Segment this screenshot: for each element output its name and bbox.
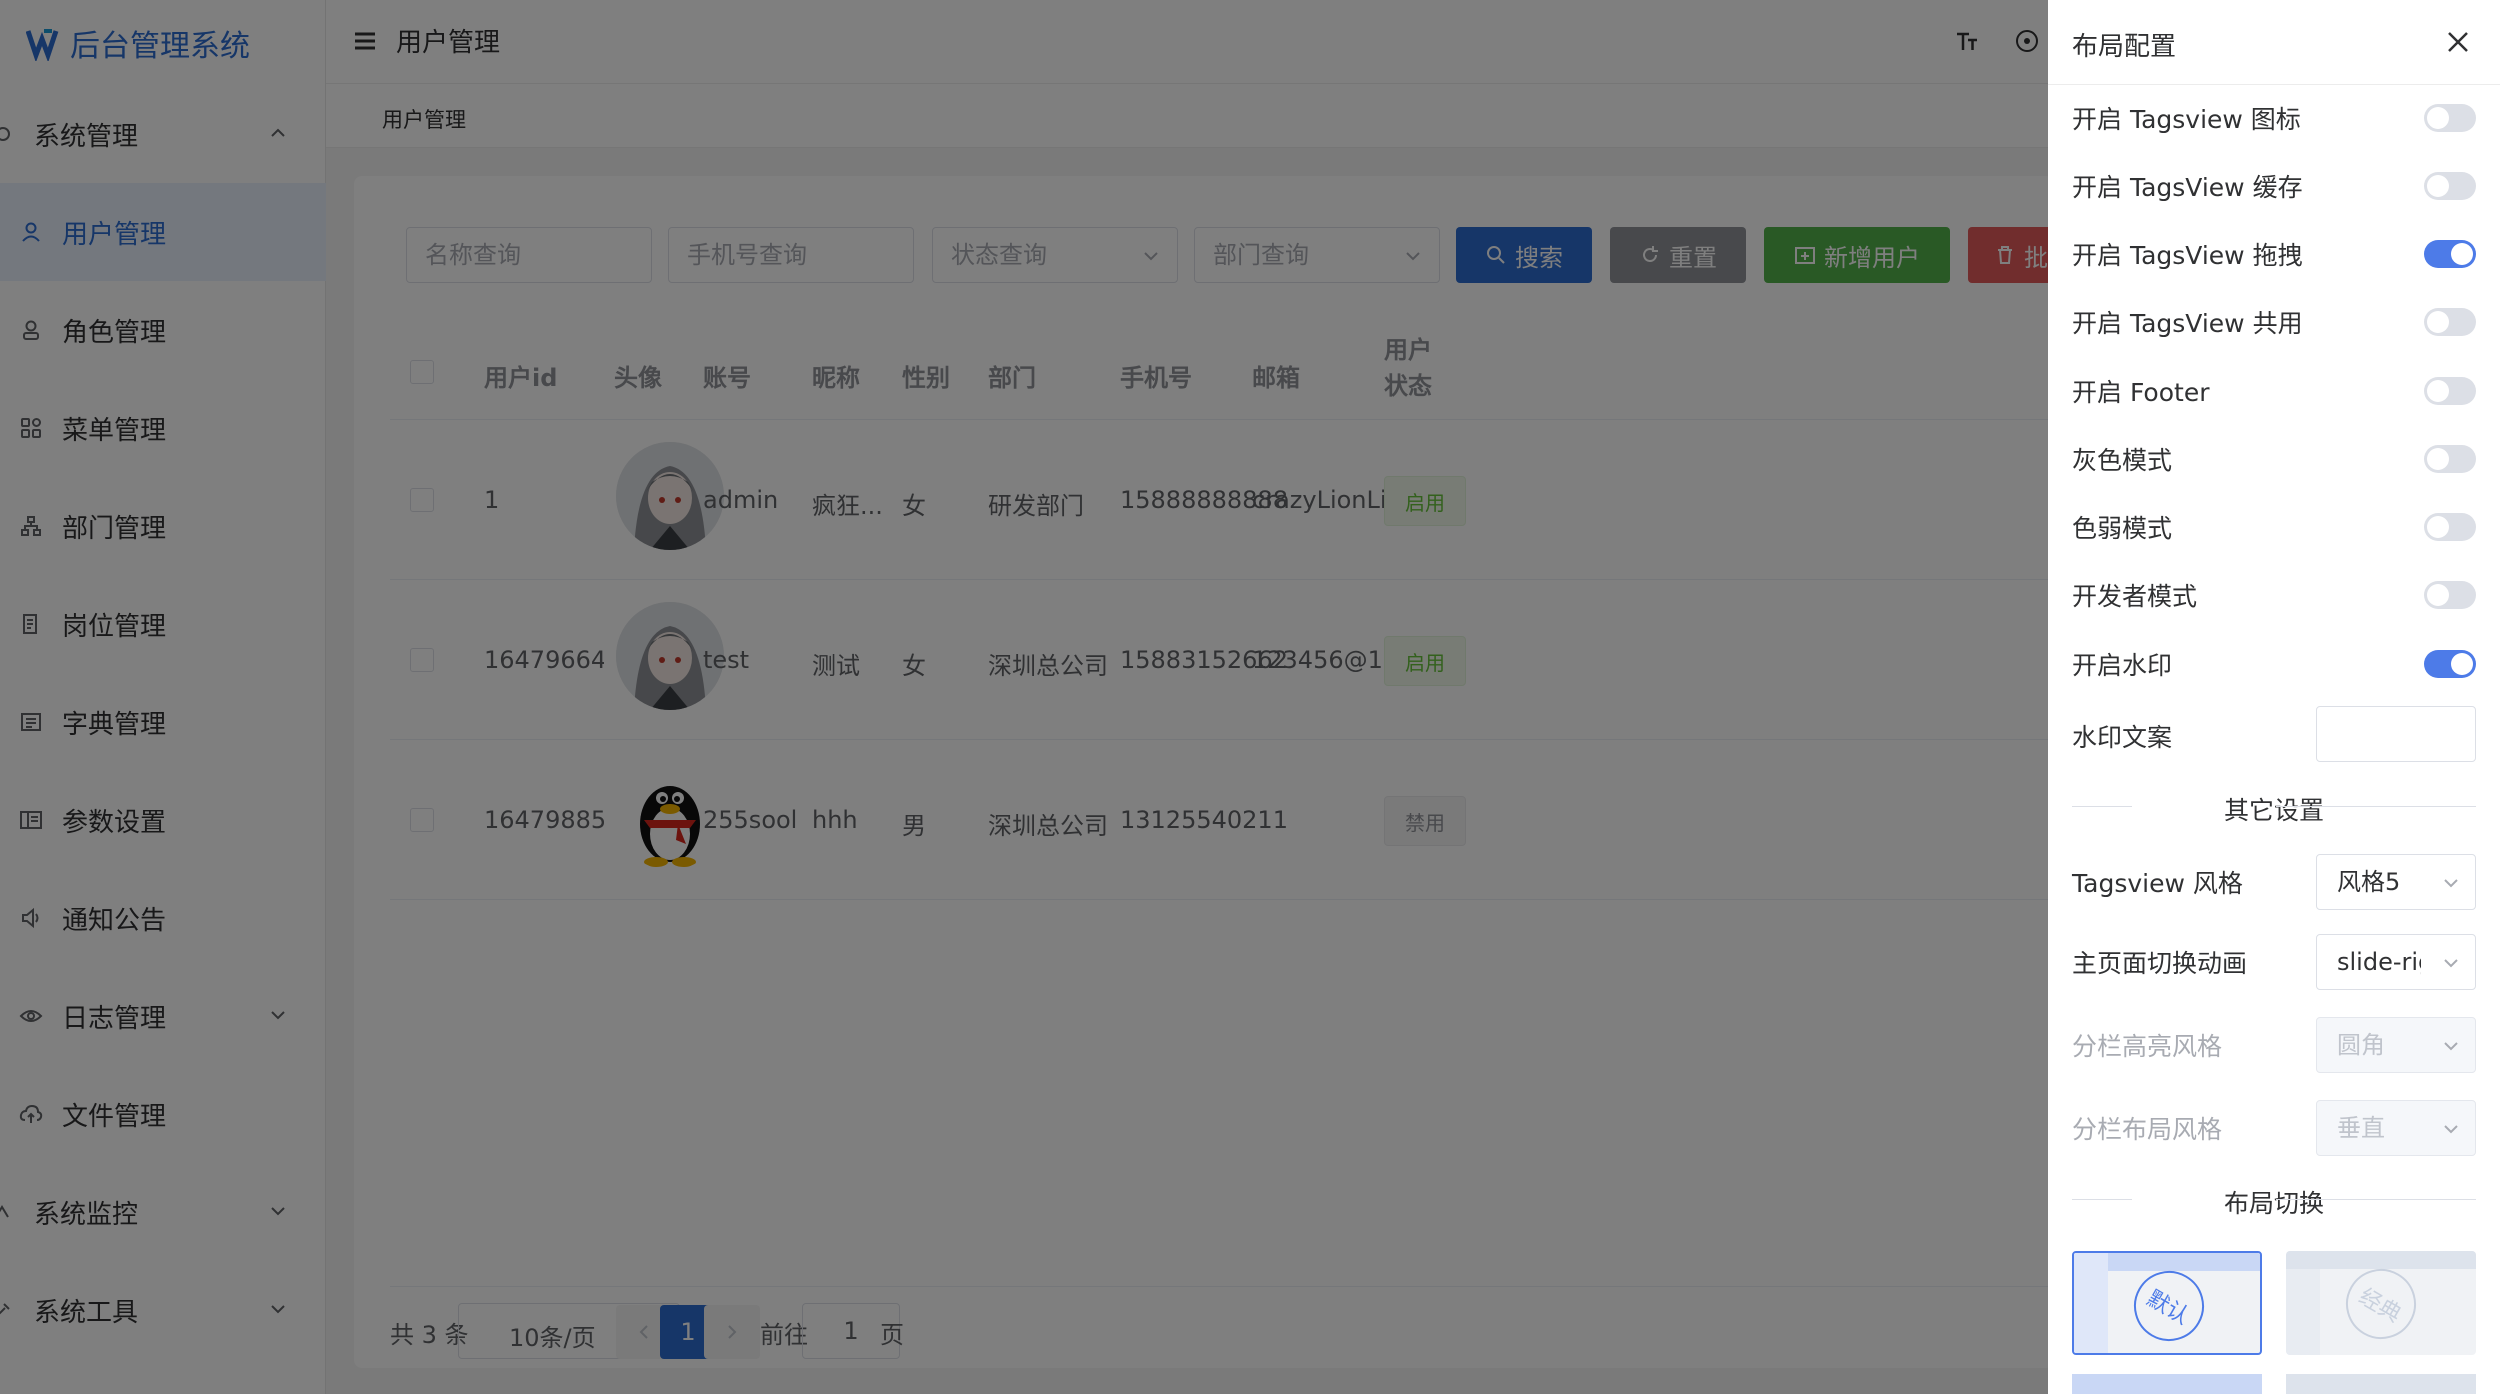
divider-line xyxy=(2276,806,2476,807)
toggle-label: 开启水印 xyxy=(2072,651,2173,680)
chevron-down-icon xyxy=(2444,959,2458,968)
select-page-animation: 主页面切换动画 slide-right xyxy=(2072,934,2476,990)
toggle-label: 色弱模式 xyxy=(2072,514,2173,543)
layout-label-default: 默认 xyxy=(2121,1258,2217,1353)
select-column-layout: 分栏布局风格 垂直 xyxy=(2072,1100,2476,1156)
toggle-tagsview-cache: 开启 TagsView 缓存 xyxy=(2072,164,2476,204)
layout-card-classic[interactable]: 经典 xyxy=(2286,1251,2476,1355)
toggle-tagsview-share: 开启 TagsView 共用 xyxy=(2072,300,2476,340)
column-highlight-select: 圆角 xyxy=(2316,1017,2476,1073)
layout-settings-drawer: 布局配置 开启 Tagsview 图标 开启 TagsView 缓存 开启 Ta… xyxy=(2048,0,2500,1394)
toggle-tagsview-icon: 开启 Tagsview 图标 xyxy=(2072,96,2476,136)
close-icon[interactable] xyxy=(2444,28,2472,56)
column-layout-select: 垂直 xyxy=(2316,1100,2476,1156)
watermark-text-row: 水印文案 xyxy=(2072,706,2476,766)
toggle-developer-mode: 开发者模式 xyxy=(2072,573,2476,613)
toggle-gray-mode: 灰色模式 xyxy=(2072,437,2476,477)
chevron-down-icon xyxy=(2444,1125,2458,1134)
switch[interactable] xyxy=(2424,445,2476,473)
switch[interactable] xyxy=(2424,308,2476,336)
select-label: 分栏高亮风格 xyxy=(2072,1032,2223,1061)
divider-line xyxy=(2276,1199,2476,1200)
layout-preview-header xyxy=(2286,1251,2476,1269)
select-tagsview-style: Tagsview 风格 风格5 xyxy=(2072,854,2476,910)
layout-switch-divider: 布局切换 xyxy=(2072,1184,2476,1218)
toggle-label: 开启 TagsView 共用 xyxy=(2072,309,2303,338)
toggle-label: 开启 Tagsview 图标 xyxy=(2072,105,2301,134)
layout-preview-sidebar xyxy=(2074,1253,2108,1353)
toggle-watermark: 开启水印 xyxy=(2072,642,2476,682)
select-label: 分栏布局风格 xyxy=(2072,1115,2223,1144)
select-label: Tagsview 风格 xyxy=(2072,869,2243,898)
switch[interactable] xyxy=(2424,581,2476,609)
drawer-divider xyxy=(2048,84,2500,85)
toggle-label: 开启 Footer xyxy=(2072,378,2210,407)
switch[interactable] xyxy=(2424,513,2476,541)
toggle-label: 开启 TagsView 缓存 xyxy=(2072,173,2303,202)
layout-preview-sidebar xyxy=(2286,1269,2320,1355)
tagsview-style-select[interactable]: 风格5 xyxy=(2316,854,2476,910)
divider-title: 布局切换 xyxy=(2223,1189,2324,1218)
switch[interactable] xyxy=(2424,240,2476,268)
select-column-highlight: 分栏高亮风格 圆角 xyxy=(2072,1017,2476,1073)
layout-card-columns[interactable] xyxy=(2286,1374,2476,1394)
other-settings-divider: 其它设置 xyxy=(2072,791,2476,825)
page-animation-select[interactable]: slide-right xyxy=(2316,934,2476,990)
drawer-title: 布局配置 xyxy=(2072,32,2177,62)
watermark-label: 水印文案 xyxy=(2072,723,2173,752)
chevron-down-icon xyxy=(2444,879,2458,888)
switch[interactable] xyxy=(2424,104,2476,132)
switch[interactable] xyxy=(2424,377,2476,405)
toggle-footer: 开启 Footer xyxy=(2072,369,2476,409)
chevron-down-icon xyxy=(2444,1042,2458,1051)
select-value: slide-right xyxy=(2337,948,2421,976)
toggle-label: 灰色模式 xyxy=(2072,446,2173,475)
select-value: 风格5 xyxy=(2337,868,2401,896)
toggle-tagsview-drag: 开启 TagsView 拖拽 xyxy=(2072,232,2476,272)
toggle-label: 开发者模式 xyxy=(2072,582,2198,611)
toggle-colorweak-mode: 色弱模式 xyxy=(2072,505,2476,545)
select-value: 圆角 xyxy=(2337,1031,2385,1059)
toggle-label: 开启 TagsView 拖拽 xyxy=(2072,241,2303,270)
layout-card-transverse[interactable] xyxy=(2072,1374,2262,1394)
select-label: 主页面切换动画 xyxy=(2072,949,2248,978)
divider-title: 其它设置 xyxy=(2223,796,2324,825)
layout-card-default[interactable]: 默认 xyxy=(2072,1251,2262,1355)
layout-label-classic: 经典 xyxy=(2333,1256,2429,1352)
switch[interactable] xyxy=(2424,172,2476,200)
watermark-text-input[interactable] xyxy=(2316,706,2476,762)
switch[interactable] xyxy=(2424,650,2476,678)
select-value: 垂直 xyxy=(2337,1114,2385,1142)
modal-overlay[interactable] xyxy=(0,0,2050,1394)
